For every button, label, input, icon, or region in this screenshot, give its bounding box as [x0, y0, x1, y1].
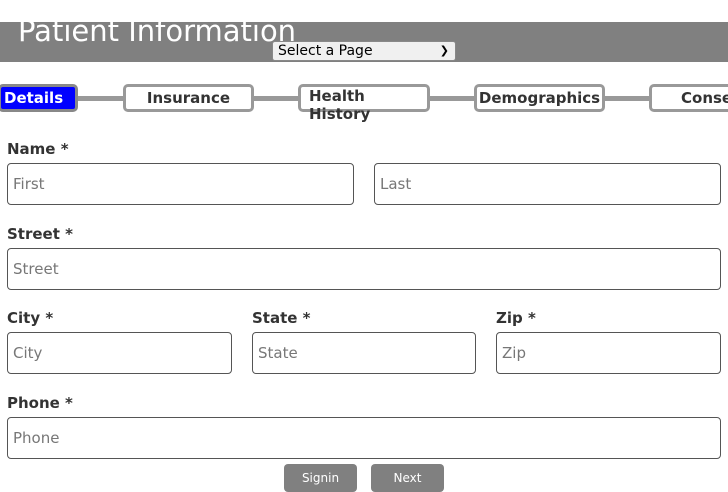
step-health-history[interactable]: Health History — [298, 84, 430, 123]
phone-input[interactable] — [7, 417, 721, 459]
page-select[interactable]: Select a Page ❯ — [272, 41, 456, 61]
step-demographics[interactable]: Demographics — [474, 84, 605, 112]
first-name-input[interactable] — [7, 163, 354, 205]
chevron-down-icon: ❯ — [439, 44, 449, 57]
step-insurance[interactable]: Insurance — [123, 84, 254, 112]
name-label: Name * — [7, 140, 69, 158]
phone-label: Phone * — [7, 394, 73, 412]
street-label: Street * — [7, 225, 73, 243]
zip-input[interactable] — [496, 332, 721, 374]
zip-label: Zip * — [496, 309, 536, 327]
state-input[interactable] — [252, 332, 476, 374]
last-name-input[interactable] — [374, 163, 721, 205]
step-details[interactable]: Details — [0, 84, 78, 112]
page-title: Patient Information — [18, 14, 297, 48]
step-consent[interactable]: Consent — [649, 84, 728, 112]
state-label: State * — [252, 309, 311, 327]
street-input[interactable] — [7, 248, 721, 290]
city-label: City * — [7, 309, 54, 327]
city-input[interactable] — [7, 332, 232, 374]
page-select-value: Select a Page — [278, 43, 373, 59]
